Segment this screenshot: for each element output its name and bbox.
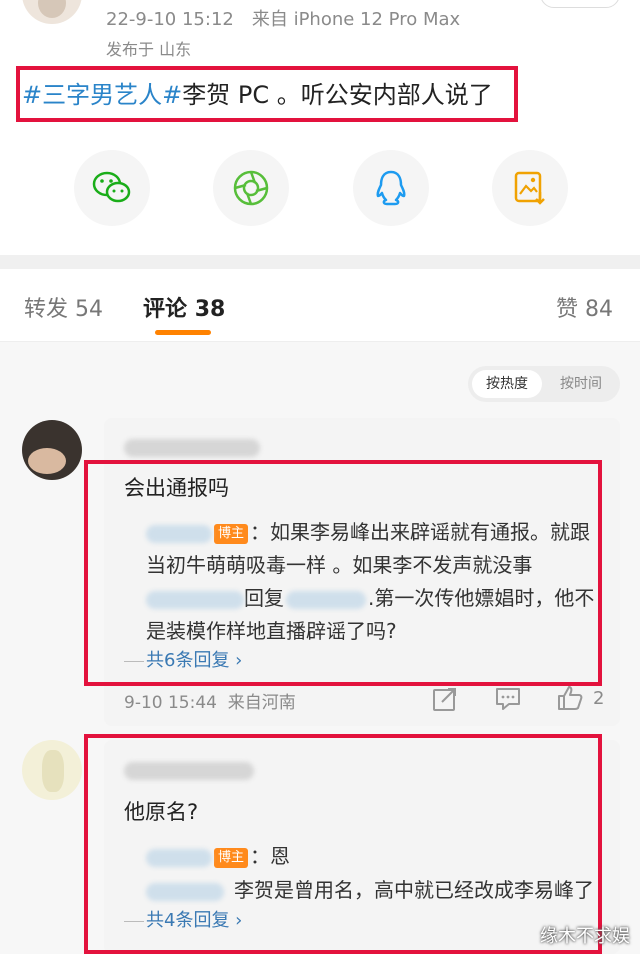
active-tab-indicator <box>155 330 211 335</box>
share-icon[interactable] <box>432 686 458 712</box>
post-body: 李贺 PC 。听公安内部人说了 <box>182 81 493 109</box>
share-qq-button[interactable] <box>353 150 429 226</box>
comment-time: 9-10 15:44 <box>124 693 217 713</box>
comment-icon[interactable] <box>494 686 522 712</box>
commenter-avatar[interactable] <box>22 740 82 800</box>
wechat-icon <box>92 171 131 203</box>
post-tabs: 转发 54 评论 38 赞 84 <box>0 269 640 342</box>
post-hashtag[interactable]: #三字男艺人# <box>22 81 182 109</box>
sort-by-time[interactable]: 按时间 <box>546 370 616 398</box>
sort-toggle: 按热度 按时间 <box>468 366 620 402</box>
save-image-button[interactable] <box>492 150 568 226</box>
qq-icon <box>376 170 406 206</box>
share-wechat-button[interactable] <box>74 150 150 226</box>
commenter-avatar[interactable] <box>22 420 82 480</box>
commenter-name-blurred[interactable] <box>124 437 260 457</box>
share-moments-button[interactable] <box>213 150 289 226</box>
highlight-box <box>84 460 602 686</box>
post-date: 22-9-10 15:12 <box>106 9 234 30</box>
like-count: 2 <box>593 688 605 709</box>
sort-by-hot[interactable]: 按热度 <box>472 370 542 398</box>
post-meta: 22-9-10 15:12 来自 iPhone 12 Pro Max <box>106 5 478 31</box>
watermark: 缘木不求娱 <box>540 926 630 947</box>
tab-comments-count: 38 <box>194 297 226 322</box>
tab-comments[interactable]: 评论 38 <box>143 291 225 323</box>
tab-repost[interactable]: 转发 54 <box>24 291 103 323</box>
moments-icon <box>233 170 269 206</box>
highlight-box <box>84 734 602 954</box>
post-device: 来自 iPhone 12 Pro Max <box>251 9 461 30</box>
blurred-username <box>124 438 260 457</box>
section-divider <box>0 255 640 269</box>
tab-comments-label: 评论 <box>143 297 188 322</box>
comment-source: 来自河南 <box>227 693 296 713</box>
like-icon[interactable] <box>556 684 584 712</box>
comment-meta: 9-10 15:44 来自河南 <box>124 688 296 713</box>
post-text: #三字男艺人#李贺 PC 。听公安内部人说了 <box>22 75 493 110</box>
tab-likes[interactable]: 赞 84 <box>556 291 613 323</box>
follow-button[interactable] <box>540 0 620 8</box>
save-image-icon <box>514 171 545 205</box>
post-location: 发布于 山东 <box>106 40 192 59</box>
author-avatar[interactable] <box>22 0 82 24</box>
post-header: 22-9-10 15:12 来自 iPhone 12 Pro Max 发布于 山东… <box>0 0 640 255</box>
